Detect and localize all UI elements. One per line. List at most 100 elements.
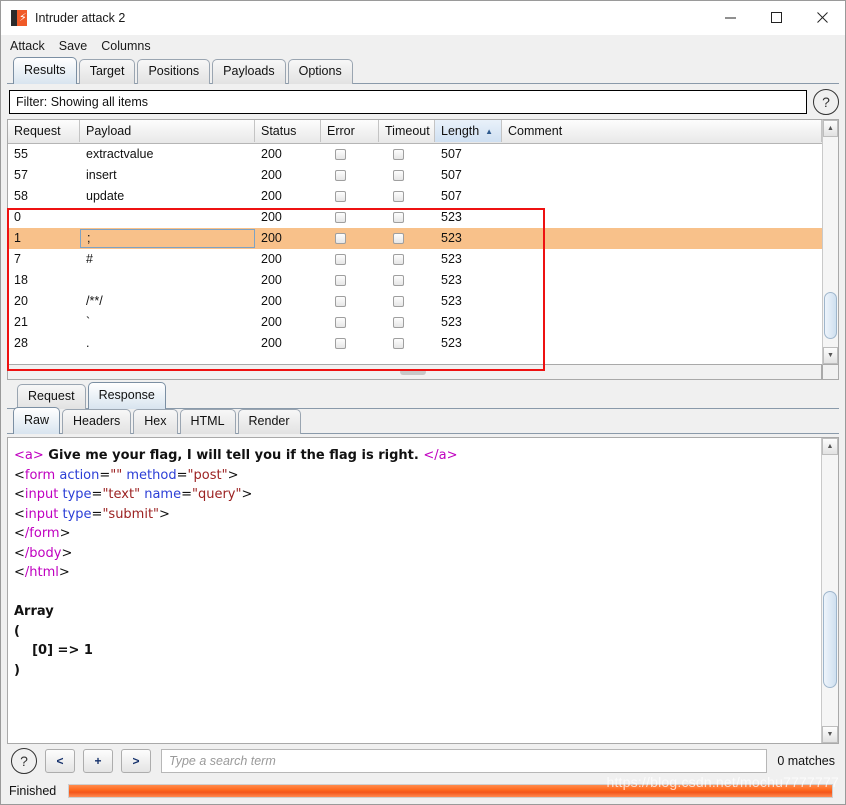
checkbox-icon[interactable] (393, 191, 404, 202)
cell-error-checkbox[interactable] (321, 312, 379, 333)
response-scroll-up-icon[interactable]: ▲ (822, 438, 838, 455)
response-token: < (14, 526, 25, 541)
response-scroll-thumb[interactable] (823, 590, 837, 689)
checkbox-icon[interactable] (393, 149, 404, 160)
cell-timeout-checkbox[interactable] (379, 270, 435, 291)
cell-error-checkbox[interactable] (321, 207, 379, 228)
checkbox-icon[interactable] (393, 254, 404, 265)
cell-length: 523 (441, 210, 462, 224)
search-add-button[interactable]: + (83, 749, 113, 773)
table-row[interactable]: 18 200 523 (8, 270, 822, 291)
checkbox-icon[interactable] (393, 317, 404, 328)
checkbox-icon[interactable] (393, 233, 404, 244)
table-row[interactable]: 58 update 200 507 (8, 186, 822, 207)
checkbox-icon[interactable] (335, 170, 346, 181)
tab-results[interactable]: Results (13, 57, 77, 84)
column-header-status[interactable]: Status (255, 120, 321, 142)
checkbox-icon[interactable] (335, 191, 346, 202)
column-header-timeout[interactable]: Timeout (379, 120, 435, 142)
menu-item-save[interactable]: Save (59, 39, 88, 53)
cell-error-checkbox[interactable] (321, 249, 379, 270)
checkbox-icon[interactable] (335, 212, 346, 223)
tab-headers[interactable]: Headers (62, 409, 132, 434)
results-scroll-thumb[interactable] (824, 292, 837, 339)
table-row[interactable]: 28. 200 523 (8, 333, 822, 354)
cell-timeout-checkbox[interactable] (379, 228, 435, 249)
response-vertical-scrollbar[interactable]: ▲ ▼ (821, 438, 838, 743)
checkbox-icon[interactable] (335, 317, 346, 328)
cell-error-checkbox[interactable] (321, 186, 379, 207)
filter-bar[interactable]: Filter: Showing all items (9, 90, 807, 114)
checkbox-icon[interactable] (335, 296, 346, 307)
cell-payload (80, 270, 255, 291)
tab-options[interactable]: Options (287, 59, 353, 84)
menu-item-attack[interactable]: Attack (10, 39, 45, 53)
cell-timeout-checkbox[interactable] (379, 291, 435, 312)
checkbox-icon[interactable] (335, 338, 346, 349)
results-scroll-track[interactable] (823, 137, 838, 347)
checkbox-icon[interactable] (393, 212, 404, 223)
question-mark-icon[interactable]: ? (11, 748, 37, 774)
search-next-button[interactable]: > (121, 749, 151, 773)
tab-html[interactable]: HTML (179, 409, 236, 434)
tab-hex[interactable]: Hex (133, 409, 178, 434)
table-row[interactable]: 20 /**/ 200 523 (8, 291, 822, 312)
tab-raw[interactable]: Raw (13, 407, 61, 434)
cell-timeout-checkbox[interactable] (379, 144, 435, 165)
cell-error-checkbox[interactable] (321, 165, 379, 186)
cell-timeout-checkbox[interactable] (379, 207, 435, 228)
tab-positions[interactable]: Positions (137, 59, 211, 84)
table-row[interactable]: 0 200 523 (8, 207, 822, 228)
tab-request[interactable]: Request (17, 384, 86, 409)
cell-error-checkbox[interactable] (321, 291, 379, 312)
cell-error-checkbox[interactable] (321, 144, 379, 165)
cell-timeout-checkbox[interactable] (379, 312, 435, 333)
table-row[interactable]: 1; 200 523 (8, 228, 822, 249)
tab-response[interactable]: Response (87, 382, 166, 409)
response-scroll-track[interactable] (822, 455, 838, 726)
response-scroll-down-icon[interactable]: ▼ (822, 726, 838, 743)
checkbox-icon[interactable] (393, 275, 404, 286)
column-header-comment[interactable]: Comment (502, 120, 822, 142)
checkbox-icon[interactable] (393, 338, 404, 349)
table-body: 55 extractvalue 200 507 57 insert 200 507 58 upda… (8, 144, 822, 364)
table-row[interactable]: 7 #200 523 (8, 249, 822, 270)
checkbox-icon[interactable] (335, 149, 346, 160)
checkbox-icon[interactable] (393, 296, 404, 307)
results-hscroll-thumb[interactable] (400, 369, 426, 375)
table-row[interactable]: 57 insert 200 507 (8, 165, 822, 186)
table-row[interactable]: 21 ` 200 523 (8, 312, 822, 333)
checkbox-icon[interactable] (335, 275, 346, 286)
search-input[interactable]: Type a search term (161, 749, 768, 773)
cell-error-checkbox[interactable] (321, 333, 379, 354)
search-prev-button[interactable]: < (45, 749, 75, 773)
close-icon[interactable] (799, 1, 845, 34)
checkbox-icon[interactable] (393, 170, 404, 181)
scroll-up-icon[interactable]: ▲ (823, 120, 838, 137)
minimize-icon[interactable] (707, 1, 753, 34)
scroll-down-icon[interactable]: ▼ (823, 347, 838, 364)
results-horizontal-scrollbar[interactable] (7, 365, 822, 380)
tab-payloads[interactable]: Payloads (212, 59, 286, 84)
cell-comment (502, 207, 822, 228)
tab-target[interactable]: Target (78, 59, 136, 84)
response-raw-text[interactable]: <a> Give me your flag, I will tell you i… (8, 438, 821, 743)
question-mark-icon[interactable]: ? (813, 89, 839, 115)
column-header-payload[interactable]: Payload (80, 120, 255, 142)
cell-timeout-checkbox[interactable] (379, 249, 435, 270)
cell-error-checkbox[interactable] (321, 270, 379, 291)
cell-error-checkbox[interactable] (321, 228, 379, 249)
tab-render[interactable]: Render (237, 409, 301, 434)
cell-timeout-checkbox[interactable] (379, 333, 435, 354)
column-header-request[interactable]: Request (8, 120, 80, 142)
cell-timeout-checkbox[interactable] (379, 186, 435, 207)
checkbox-icon[interactable] (335, 233, 346, 244)
column-header-error[interactable]: Error (321, 120, 379, 142)
maximize-icon[interactable] (753, 1, 799, 34)
checkbox-icon[interactable] (335, 254, 346, 265)
results-vertical-scrollbar[interactable]: ▲ ▼ (822, 119, 839, 365)
table-row[interactable]: 55 extractvalue 200 507 (8, 144, 822, 165)
column-header-length[interactable]: Length ▲ (435, 120, 502, 142)
cell-timeout-checkbox[interactable] (379, 165, 435, 186)
menu-item-columns[interactable]: Columns (101, 39, 150, 53)
